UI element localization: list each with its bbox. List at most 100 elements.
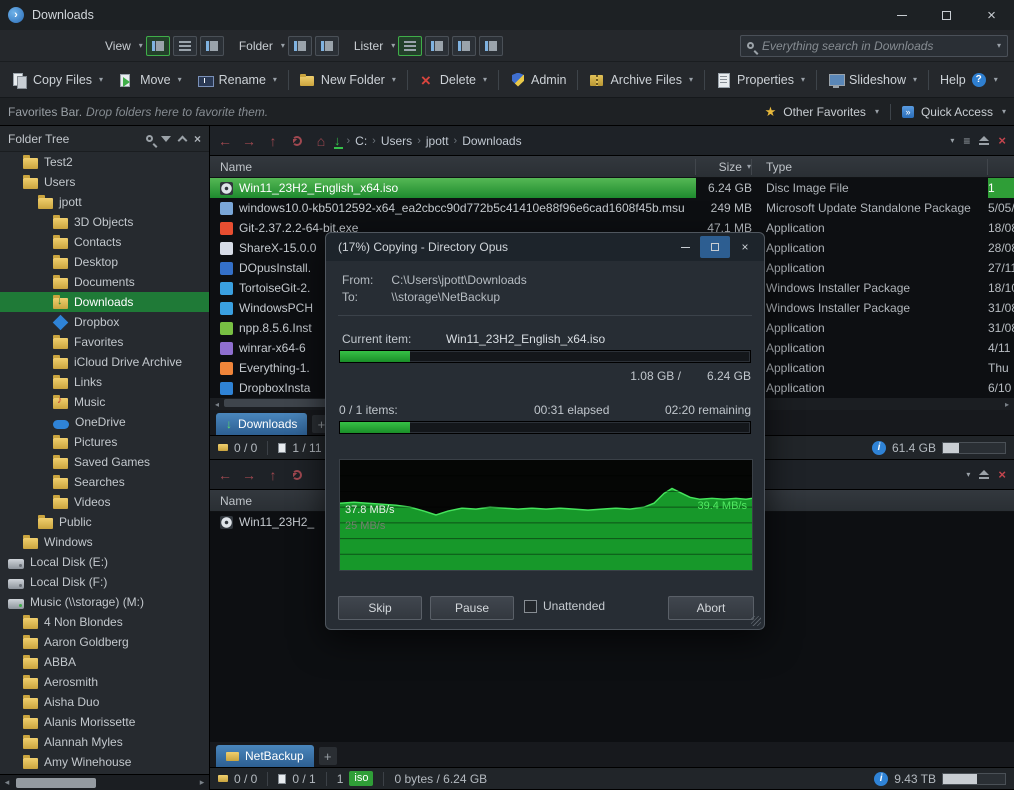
eject-icon[interactable] — [979, 136, 989, 146]
up-button[interactable]: ↑ — [262, 130, 284, 152]
lister-menu[interactable]: Lister — [351, 39, 386, 53]
minimize-button[interactable] — [879, 0, 924, 30]
unattended-option[interactable]: Unattended — [524, 599, 605, 613]
eject-icon[interactable] — [979, 470, 989, 480]
tree-item[interactable]: Aisha Duo — [0, 692, 209, 712]
back-button[interactable]: ← — [214, 130, 236, 152]
tab-netbackup[interactable]: NetBackup — [216, 745, 314, 767]
folder-option-2-button[interactable] — [315, 36, 339, 56]
folder-menu[interactable]: Folder — [236, 39, 276, 53]
forward-button[interactable]: → — [238, 130, 260, 152]
tree-item[interactable]: Pictures — [0, 432, 209, 452]
tree-close-icon[interactable]: × — [194, 132, 201, 146]
toolbar-button[interactable]: Copy Files ▾ — [4, 66, 111, 94]
unattended-checkbox[interactable] — [524, 600, 537, 613]
tree-item[interactable]: Test2 — [0, 152, 209, 172]
toolbar-button[interactable]: New Folder ▾ — [292, 66, 404, 94]
view-mode-list-button[interactable] — [173, 36, 197, 56]
tree-item[interactable]: Aerosmith — [0, 672, 209, 692]
breadcrumb-segment[interactable]: Downloads — [457, 134, 526, 148]
view-menu[interactable]: View — [102, 39, 134, 53]
tree-item[interactable]: OneDrive — [0, 412, 209, 432]
home-button[interactable]: ⌂ — [310, 130, 332, 152]
tree-item[interactable]: Music (\\storage) (M:) — [0, 592, 209, 612]
tree-item[interactable]: Downloads — [0, 292, 209, 312]
scroll-right-arrow[interactable]: ▸ — [1000, 400, 1014, 409]
scroll-left-arrow[interactable]: ◂ — [0, 777, 14, 788]
abort-button[interactable]: Abort — [668, 596, 754, 620]
pause-button[interactable]: Pause — [430, 596, 514, 620]
tree-item[interactable]: Videos — [0, 492, 209, 512]
tree-item[interactable]: Desktop — [0, 252, 209, 272]
refresh-button[interactable] — [286, 464, 308, 486]
layout-icon[interactable]: ≡ — [963, 134, 970, 148]
lister-layout-3-button[interactable] — [452, 36, 476, 56]
toolbar-button[interactable]: Delete ▾ — [411, 66, 495, 94]
refresh-button[interactable] — [286, 130, 308, 152]
tree-item[interactable]: Windows — [0, 532, 209, 552]
tree-search-icon[interactable] — [146, 135, 153, 142]
tree-item[interactable]: Local Disk (E:) — [0, 552, 209, 572]
info-icon[interactable]: i — [874, 772, 888, 786]
dialog-minimize-button[interactable] — [670, 236, 700, 258]
toolbar-button[interactable]: Rename ▾ — [190, 66, 285, 94]
dialog-title-bar[interactable]: (17%) Copying - Directory Opus × — [326, 233, 764, 261]
breadcrumb-segment[interactable]: C: — [350, 134, 372, 148]
file-name-cell[interactable]: Win11_23H2_English_x64.iso — [210, 178, 696, 198]
column-size[interactable]: Size▾ — [696, 159, 752, 175]
pane-close-icon[interactable]: × — [998, 467, 1006, 482]
column-name[interactable]: Name — [210, 159, 696, 175]
tree-item[interactable]: Searches — [0, 472, 209, 492]
tree-item[interactable]: Favorites — [0, 332, 209, 352]
dialog-maximize-button[interactable] — [700, 236, 730, 258]
tree-item[interactable]: Users — [0, 172, 209, 192]
close-button[interactable]: × — [969, 0, 1014, 30]
up-button[interactable]: ↑ — [262, 464, 284, 486]
tree-item[interactable]: Aaron Goldberg — [0, 632, 209, 652]
tree-horizontal-scrollbar[interactable]: ◂ ▸ — [0, 774, 209, 790]
file-row[interactable]: windows10.0-kb5012592-x64_ea2cbcc90d772b… — [210, 198, 1014, 218]
chevron-down-icon[interactable]: ▾ — [997, 41, 1001, 50]
folder-option-1-button[interactable] — [288, 36, 312, 56]
tab-downloads[interactable]: ↓ Downloads — [216, 413, 307, 435]
file-row[interactable]: Win11_23H2_English_x64.iso 6.24 GB Disc … — [210, 178, 1014, 198]
forward-button[interactable]: → — [238, 464, 260, 486]
toolbar-button[interactable]: Admin — [502, 66, 574, 94]
pane-close-icon[interactable]: × — [998, 133, 1006, 148]
tree-item[interactable]: Dropbox — [0, 312, 209, 332]
skip-button[interactable]: Skip — [338, 596, 422, 620]
toolbar-button[interactable]: Slideshow ▾ — [820, 66, 925, 94]
tree-item[interactable]: ABBA — [0, 652, 209, 672]
tree-item[interactable]: Saved Games — [0, 452, 209, 472]
toolbar-button[interactable]: Archive Files ▾ — [581, 66, 701, 94]
scroll-right-arrow[interactable]: ▸ — [195, 777, 209, 788]
toolbar-button[interactable]: Help ▾ — [932, 66, 1006, 94]
tree-item[interactable]: 3D Objects — [0, 212, 209, 232]
other-favorites-button[interactable]: Other Favorites — [783, 105, 866, 119]
tree-item[interactable]: Public — [0, 512, 209, 532]
view-mode-details-button[interactable] — [146, 36, 170, 56]
view-mode-thumbs-button[interactable] — [200, 36, 224, 56]
back-button[interactable]: ← — [214, 464, 236, 486]
tree-collapse-icon[interactable] — [178, 135, 188, 145]
lister-layout-4-button[interactable] — [479, 36, 503, 56]
tree-item[interactable]: jpott — [0, 192, 209, 212]
tree-item[interactable]: Music — [0, 392, 209, 412]
lister-layout-1-button[interactable] — [398, 36, 422, 56]
tree-item[interactable]: iCloud Drive Archive — [0, 352, 209, 372]
path-dropdown-caret[interactable]: ▾ — [950, 136, 954, 145]
tree-item[interactable]: Contacts — [0, 232, 209, 252]
tree-item[interactable]: Alannah Myles — [0, 732, 209, 752]
toolbar-button[interactable]: Properties ▾ — [708, 66, 813, 94]
file-name-cell[interactable]: windows10.0-kb5012592-x64_ea2cbcc90d772b… — [210, 198, 696, 218]
breadcrumb-segment[interactable]: Users — [376, 134, 417, 148]
tree-item[interactable]: Local Disk (F:) — [0, 572, 209, 592]
path-dropdown-caret[interactable]: ▾ — [966, 470, 970, 479]
maximize-button[interactable] — [924, 0, 969, 30]
breadcrumb-segment[interactable]: jpott — [421, 134, 454, 148]
tree-item[interactable]: Alanis Morissette — [0, 712, 209, 732]
scroll-left-arrow[interactable]: ◂ — [210, 400, 224, 409]
everything-search-box[interactable]: ▾ — [740, 35, 1008, 57]
info-icon[interactable]: i — [872, 441, 886, 455]
new-tab-button[interactable]: + — [319, 747, 337, 765]
